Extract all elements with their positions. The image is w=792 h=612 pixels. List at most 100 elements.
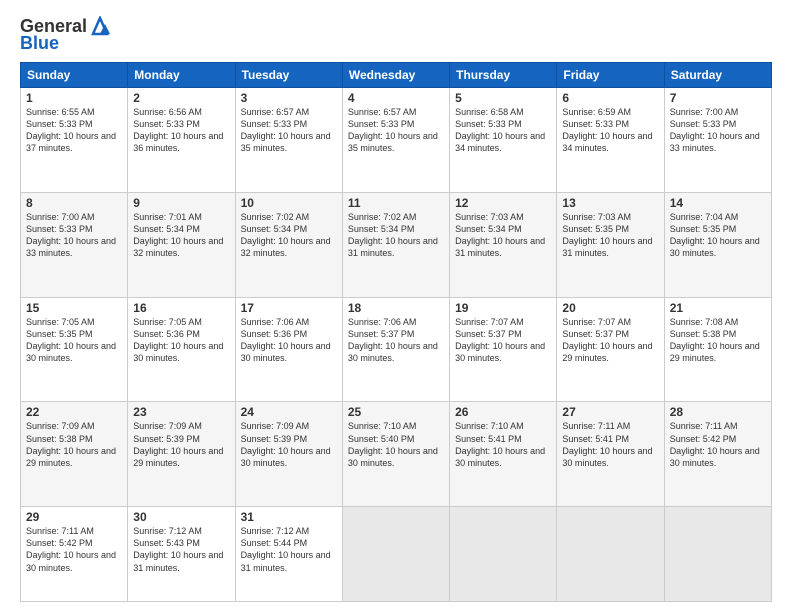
day-number: 19 <box>455 301 551 315</box>
calendar-cell: 25 Sunrise: 7:10 AM Sunset: 5:40 PM Dayl… <box>342 402 449 507</box>
day-number: 21 <box>670 301 766 315</box>
calendar-cell: 18 Sunrise: 7:06 AM Sunset: 5:37 PM Dayl… <box>342 297 449 402</box>
day-info: Sunrise: 7:08 AM Sunset: 5:38 PM Dayligh… <box>670 316 766 365</box>
day-number: 30 <box>133 510 229 524</box>
day-info: Sunrise: 6:59 AM Sunset: 5:33 PM Dayligh… <box>562 106 658 155</box>
calendar-cell: 8 Sunrise: 7:00 AM Sunset: 5:33 PM Dayli… <box>21 192 128 297</box>
day-number: 27 <box>562 405 658 419</box>
day-info: Sunrise: 7:01 AM Sunset: 5:34 PM Dayligh… <box>133 211 229 260</box>
calendar-cell: 15 Sunrise: 7:05 AM Sunset: 5:35 PM Dayl… <box>21 297 128 402</box>
calendar-cell: 28 Sunrise: 7:11 AM Sunset: 5:42 PM Dayl… <box>664 402 771 507</box>
day-number: 26 <box>455 405 551 419</box>
day-number: 18 <box>348 301 444 315</box>
day-number: 22 <box>26 405 122 419</box>
day-number: 4 <box>348 91 444 105</box>
calendar-cell <box>557 507 664 602</box>
calendar-header-row: SundayMondayTuesdayWednesdayThursdayFrid… <box>21 63 772 88</box>
calendar-cell: 7 Sunrise: 7:00 AM Sunset: 5:33 PM Dayli… <box>664 88 771 193</box>
day-number: 12 <box>455 196 551 210</box>
day-number: 5 <box>455 91 551 105</box>
logo-icon <box>89 16 111 36</box>
calendar-cell: 21 Sunrise: 7:08 AM Sunset: 5:38 PM Dayl… <box>664 297 771 402</box>
day-number: 17 <box>241 301 337 315</box>
day-number: 31 <box>241 510 337 524</box>
calendar-week-4: 22 Sunrise: 7:09 AM Sunset: 5:38 PM Dayl… <box>21 402 772 507</box>
day-number: 14 <box>670 196 766 210</box>
day-number: 29 <box>26 510 122 524</box>
calendar-cell: 26 Sunrise: 7:10 AM Sunset: 5:41 PM Dayl… <box>450 402 557 507</box>
calendar-cell: 4 Sunrise: 6:57 AM Sunset: 5:33 PM Dayli… <box>342 88 449 193</box>
calendar-header-monday: Monday <box>128 63 235 88</box>
calendar-cell: 6 Sunrise: 6:59 AM Sunset: 5:33 PM Dayli… <box>557 88 664 193</box>
day-number: 23 <box>133 405 229 419</box>
day-info: Sunrise: 7:03 AM Sunset: 5:35 PM Dayligh… <box>562 211 658 260</box>
calendar-cell: 3 Sunrise: 6:57 AM Sunset: 5:33 PM Dayli… <box>235 88 342 193</box>
page: General Blue SundayMondayTuesdayWednesda… <box>0 0 792 612</box>
day-info: Sunrise: 7:00 AM Sunset: 5:33 PM Dayligh… <box>670 106 766 155</box>
calendar-week-1: 1 Sunrise: 6:55 AM Sunset: 5:33 PM Dayli… <box>21 88 772 193</box>
day-info: Sunrise: 7:07 AM Sunset: 5:37 PM Dayligh… <box>455 316 551 365</box>
logo: General Blue <box>20 16 111 54</box>
calendar-cell <box>342 507 449 602</box>
calendar-week-2: 8 Sunrise: 7:00 AM Sunset: 5:33 PM Dayli… <box>21 192 772 297</box>
day-info: Sunrise: 7:00 AM Sunset: 5:33 PM Dayligh… <box>26 211 122 260</box>
calendar-cell: 12 Sunrise: 7:03 AM Sunset: 5:34 PM Dayl… <box>450 192 557 297</box>
day-info: Sunrise: 6:57 AM Sunset: 5:33 PM Dayligh… <box>241 106 337 155</box>
day-number: 7 <box>670 91 766 105</box>
calendar-cell: 13 Sunrise: 7:03 AM Sunset: 5:35 PM Dayl… <box>557 192 664 297</box>
day-info: Sunrise: 7:06 AM Sunset: 5:37 PM Dayligh… <box>348 316 444 365</box>
calendar-cell <box>664 507 771 602</box>
header: General Blue <box>20 16 772 54</box>
calendar-header-saturday: Saturday <box>664 63 771 88</box>
calendar-cell: 2 Sunrise: 6:56 AM Sunset: 5:33 PM Dayli… <box>128 88 235 193</box>
calendar-cell: 19 Sunrise: 7:07 AM Sunset: 5:37 PM Dayl… <box>450 297 557 402</box>
day-info: Sunrise: 7:07 AM Sunset: 5:37 PM Dayligh… <box>562 316 658 365</box>
day-info: Sunrise: 7:04 AM Sunset: 5:35 PM Dayligh… <box>670 211 766 260</box>
calendar-cell: 1 Sunrise: 6:55 AM Sunset: 5:33 PM Dayli… <box>21 88 128 193</box>
calendar-cell: 20 Sunrise: 7:07 AM Sunset: 5:37 PM Dayl… <box>557 297 664 402</box>
calendar-cell: 31 Sunrise: 7:12 AM Sunset: 5:44 PM Dayl… <box>235 507 342 602</box>
day-number: 24 <box>241 405 337 419</box>
day-number: 6 <box>562 91 658 105</box>
calendar-header-thursday: Thursday <box>450 63 557 88</box>
day-number: 1 <box>26 91 122 105</box>
calendar-cell: 29 Sunrise: 7:11 AM Sunset: 5:42 PM Dayl… <box>21 507 128 602</box>
day-info: Sunrise: 7:02 AM Sunset: 5:34 PM Dayligh… <box>241 211 337 260</box>
day-number: 9 <box>133 196 229 210</box>
day-info: Sunrise: 7:12 AM Sunset: 5:44 PM Dayligh… <box>241 525 337 574</box>
day-info: Sunrise: 7:10 AM Sunset: 5:41 PM Dayligh… <box>455 420 551 469</box>
day-number: 2 <box>133 91 229 105</box>
calendar-header-tuesday: Tuesday <box>235 63 342 88</box>
calendar-cell: 10 Sunrise: 7:02 AM Sunset: 5:34 PM Dayl… <box>235 192 342 297</box>
calendar-cell: 23 Sunrise: 7:09 AM Sunset: 5:39 PM Dayl… <box>128 402 235 507</box>
calendar-cell: 22 Sunrise: 7:09 AM Sunset: 5:38 PM Dayl… <box>21 402 128 507</box>
day-info: Sunrise: 6:55 AM Sunset: 5:33 PM Dayligh… <box>26 106 122 155</box>
calendar-cell: 17 Sunrise: 7:06 AM Sunset: 5:36 PM Dayl… <box>235 297 342 402</box>
day-info: Sunrise: 7:11 AM Sunset: 5:42 PM Dayligh… <box>26 525 122 574</box>
day-number: 16 <box>133 301 229 315</box>
calendar-cell: 30 Sunrise: 7:12 AM Sunset: 5:43 PM Dayl… <box>128 507 235 602</box>
calendar-table: SundayMondayTuesdayWednesdayThursdayFrid… <box>20 62 772 602</box>
calendar-week-3: 15 Sunrise: 7:05 AM Sunset: 5:35 PM Dayl… <box>21 297 772 402</box>
calendar-cell: 27 Sunrise: 7:11 AM Sunset: 5:41 PM Dayl… <box>557 402 664 507</box>
day-info: Sunrise: 7:03 AM Sunset: 5:34 PM Dayligh… <box>455 211 551 260</box>
day-number: 10 <box>241 196 337 210</box>
calendar-header-sunday: Sunday <box>21 63 128 88</box>
day-info: Sunrise: 6:58 AM Sunset: 5:33 PM Dayligh… <box>455 106 551 155</box>
day-number: 3 <box>241 91 337 105</box>
day-number: 13 <box>562 196 658 210</box>
day-info: Sunrise: 7:11 AM Sunset: 5:41 PM Dayligh… <box>562 420 658 469</box>
calendar-cell: 11 Sunrise: 7:02 AM Sunset: 5:34 PM Dayl… <box>342 192 449 297</box>
day-info: Sunrise: 7:11 AM Sunset: 5:42 PM Dayligh… <box>670 420 766 469</box>
day-info: Sunrise: 7:10 AM Sunset: 5:40 PM Dayligh… <box>348 420 444 469</box>
day-info: Sunrise: 7:09 AM Sunset: 5:38 PM Dayligh… <box>26 420 122 469</box>
day-number: 28 <box>670 405 766 419</box>
day-number: 8 <box>26 196 122 210</box>
calendar-header-friday: Friday <box>557 63 664 88</box>
day-info: Sunrise: 7:09 AM Sunset: 5:39 PM Dayligh… <box>241 420 337 469</box>
calendar-week-5: 29 Sunrise: 7:11 AM Sunset: 5:42 PM Dayl… <box>21 507 772 602</box>
day-number: 25 <box>348 405 444 419</box>
day-info: Sunrise: 7:12 AM Sunset: 5:43 PM Dayligh… <box>133 525 229 574</box>
calendar-cell <box>450 507 557 602</box>
day-number: 11 <box>348 196 444 210</box>
